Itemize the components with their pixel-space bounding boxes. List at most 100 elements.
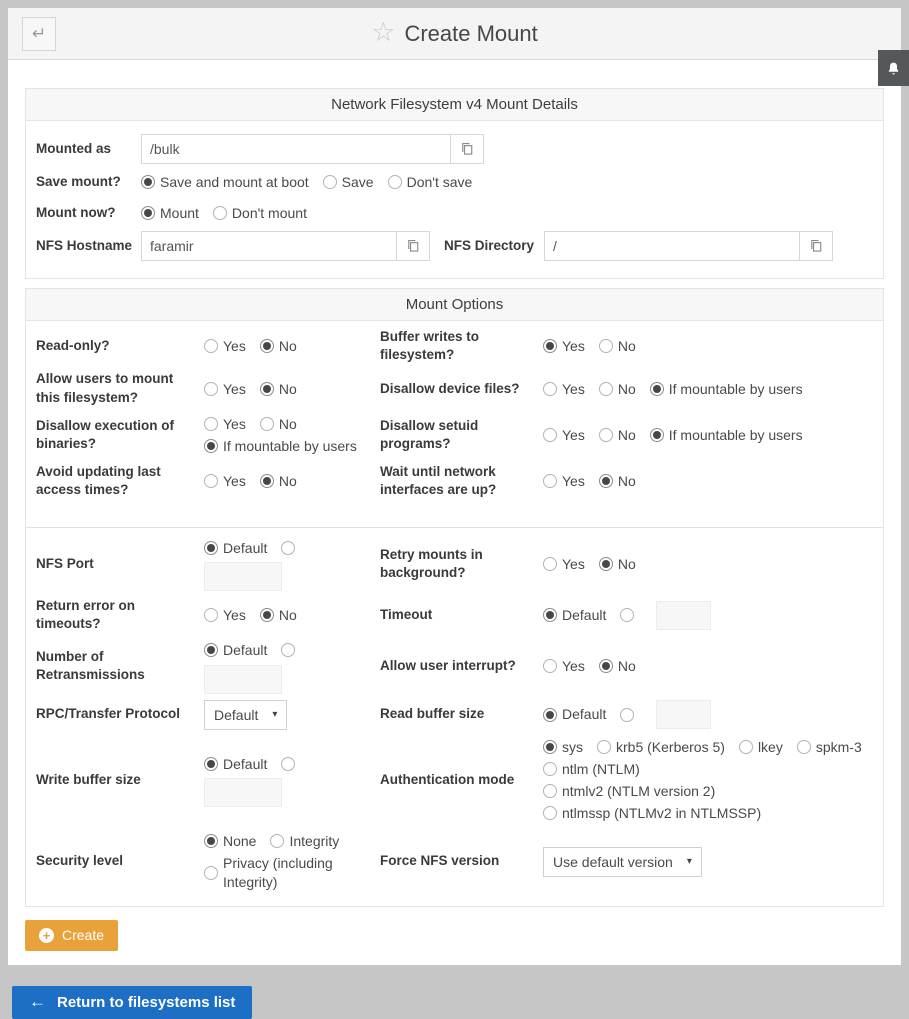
return-to-filesystems-button[interactable]: ← Return to filesystems list	[12, 986, 252, 1019]
write-buffer-input[interactable]	[204, 778, 282, 807]
read-buffer-radio-group: Default	[543, 703, 648, 725]
disallow-setuid-option-0[interactable]: Yes	[543, 426, 585, 444]
radio-label: If mountable by users	[669, 426, 803, 444]
buffer-writes-option-0[interactable]: Yes	[543, 337, 585, 355]
form-row: NFS Port Default Retry mounts in backgro…	[36, 534, 883, 594]
radio-icon	[543, 608, 557, 622]
radio-label: Yes	[562, 657, 585, 675]
disallow-exec-option-1[interactable]: No	[260, 415, 297, 433]
force-version-select[interactable]: Use default version ▾	[543, 847, 702, 877]
mount-now-radio-group: Mount Don't mount	[141, 202, 321, 224]
read-buffer-option-1[interactable]	[620, 708, 634, 722]
nfs-hostname-chooser-button[interactable]	[396, 231, 430, 261]
plus-circle-icon: +	[39, 928, 54, 943]
write-buffer-option-0[interactable]: Default	[204, 755, 267, 773]
save-mount-option-1[interactable]: Save	[323, 173, 374, 191]
buffer-writes-option-1[interactable]: No	[599, 337, 636, 355]
allow-interrupt-option-1[interactable]: No	[599, 657, 636, 675]
radio-label: No	[618, 426, 636, 444]
allow-users-option-0[interactable]: Yes	[204, 380, 246, 398]
read-buffer-option-0[interactable]: Default	[543, 705, 606, 723]
radio-label: If mountable by users	[669, 380, 803, 398]
auth-mode-option-3[interactable]: spkm-3	[797, 738, 862, 756]
read-only-option-0[interactable]: Yes	[204, 337, 246, 355]
disallow-exec-option-0[interactable]: Yes	[204, 415, 246, 433]
auth-mode-label: Authentication mode	[380, 771, 535, 789]
create-button[interactable]: + Create	[25, 920, 118, 951]
return-error-option-1[interactable]: No	[260, 606, 297, 624]
avoid-atime-option-0[interactable]: Yes	[204, 472, 246, 490]
auth-mode-option-1[interactable]: krb5 (Kerberos 5)	[597, 738, 725, 756]
security-level-option-0[interactable]: None	[204, 832, 256, 850]
nfs-directory-chooser-button[interactable]	[799, 231, 833, 261]
allow-users-option-1[interactable]: No	[260, 380, 297, 398]
retry-bg-option-0[interactable]: Yes	[543, 555, 585, 573]
save-mount-option-0[interactable]: Save and mount at boot	[141, 173, 309, 191]
auth-mode-option-2[interactable]: lkey	[739, 738, 783, 756]
disallow-setuid-option-1[interactable]: No	[599, 426, 636, 444]
disallow-setuid-option-2[interactable]: If mountable by users	[650, 426, 803, 444]
radio-icon	[270, 834, 284, 848]
radio-icon	[281, 643, 295, 657]
nfs-port-option-0[interactable]: Default	[204, 539, 267, 557]
radio-label: Save and mount at boot	[160, 173, 309, 191]
radio-icon	[204, 866, 218, 880]
disallow-device-radio-group: Yes No If mountable by users	[543, 378, 883, 400]
auth-mode-option-6[interactable]: ntlmssp (NTLMv2 in NTLMSSP)	[543, 804, 761, 822]
radio-label: ntlmssp (NTLMv2 in NTLMSSP)	[562, 804, 761, 822]
read-buffer-input[interactable]	[656, 700, 711, 729]
mount-now-option-1[interactable]: Don't mount	[213, 204, 307, 222]
timeout-option-0[interactable]: Default	[543, 606, 606, 624]
auth-mode-option-0[interactable]: sys	[543, 738, 583, 756]
disallow-device-option-1[interactable]: No	[599, 380, 636, 398]
timeout-input[interactable]	[656, 601, 711, 630]
security-level-option-1[interactable]: Integrity	[270, 832, 339, 850]
radio-icon	[650, 428, 664, 442]
mounted-as-input[interactable]	[141, 134, 451, 164]
save-mount-option-2[interactable]: Don't save	[388, 173, 473, 191]
radio-icon	[543, 428, 557, 442]
avoid-atime-option-1[interactable]: No	[260, 472, 297, 490]
radio-icon	[260, 382, 274, 396]
retransmissions-control: Default	[204, 639, 372, 693]
retransmissions-option-1[interactable]	[281, 643, 295, 657]
header-bar: ↵ ☆ Create Mount	[8, 8, 901, 60]
radio-label: Default	[223, 641, 267, 659]
notifications-tab[interactable]	[878, 50, 909, 86]
read-only-radio-group: Yes No	[204, 335, 372, 357]
read-only-option-1[interactable]: No	[260, 337, 297, 355]
retry-bg-option-1[interactable]: No	[599, 555, 636, 573]
timeout-option-1[interactable]	[620, 608, 634, 622]
save-mount-radio-group: Save and mount at boot Save Don't save	[141, 171, 486, 193]
mount-now-option-0[interactable]: Mount	[141, 204, 199, 222]
return-error-option-0[interactable]: Yes	[204, 606, 246, 624]
radio-label: Yes	[562, 472, 585, 490]
form-row: Allow users to mount this filesystem? Ye…	[36, 367, 883, 409]
security-level-option-2[interactable]: Privacy (including Integrity)	[204, 854, 358, 890]
radio-icon	[204, 382, 218, 396]
nfs-port-option-1[interactable]	[281, 541, 295, 555]
wait-network-option-1[interactable]: No	[599, 472, 636, 490]
wait-network-radio-group: Yes No	[543, 470, 883, 492]
nfs-directory-input[interactable]	[544, 231, 800, 261]
nfs-hostname-input[interactable]	[141, 231, 397, 261]
nfs-directory-input-group	[544, 231, 833, 261]
disallow-device-option-0[interactable]: Yes	[543, 380, 585, 398]
retransmissions-input[interactable]	[204, 665, 282, 694]
rpc-protocol-select[interactable]: Default ▾	[204, 700, 287, 730]
nfs-port-input[interactable]	[204, 562, 282, 591]
section-mount-options-title: Mount Options	[26, 289, 883, 321]
radio-icon	[260, 474, 274, 488]
section-mount-options-body: Read-only? YesNo Buffer writes to filesy…	[26, 321, 883, 906]
mounted-as-chooser-button[interactable]	[450, 134, 484, 164]
disallow-exec-option-2[interactable]: If mountable by users	[204, 437, 357, 455]
auth-mode-option-5[interactable]: ntmlv2 (NTLM version 2)	[543, 782, 715, 800]
allow-interrupt-option-0[interactable]: Yes	[543, 657, 585, 675]
wait-network-option-0[interactable]: Yes	[543, 472, 585, 490]
retransmissions-option-0[interactable]: Default	[204, 641, 267, 659]
auth-mode-option-4[interactable]: ntlm (NTLM)	[543, 760, 640, 778]
disallow-device-option-2[interactable]: If mountable by users	[650, 380, 803, 398]
back-button[interactable]: ↵	[22, 17, 56, 51]
force-version-control: Use default version ▾	[543, 847, 883, 877]
write-buffer-option-1[interactable]	[281, 757, 295, 771]
